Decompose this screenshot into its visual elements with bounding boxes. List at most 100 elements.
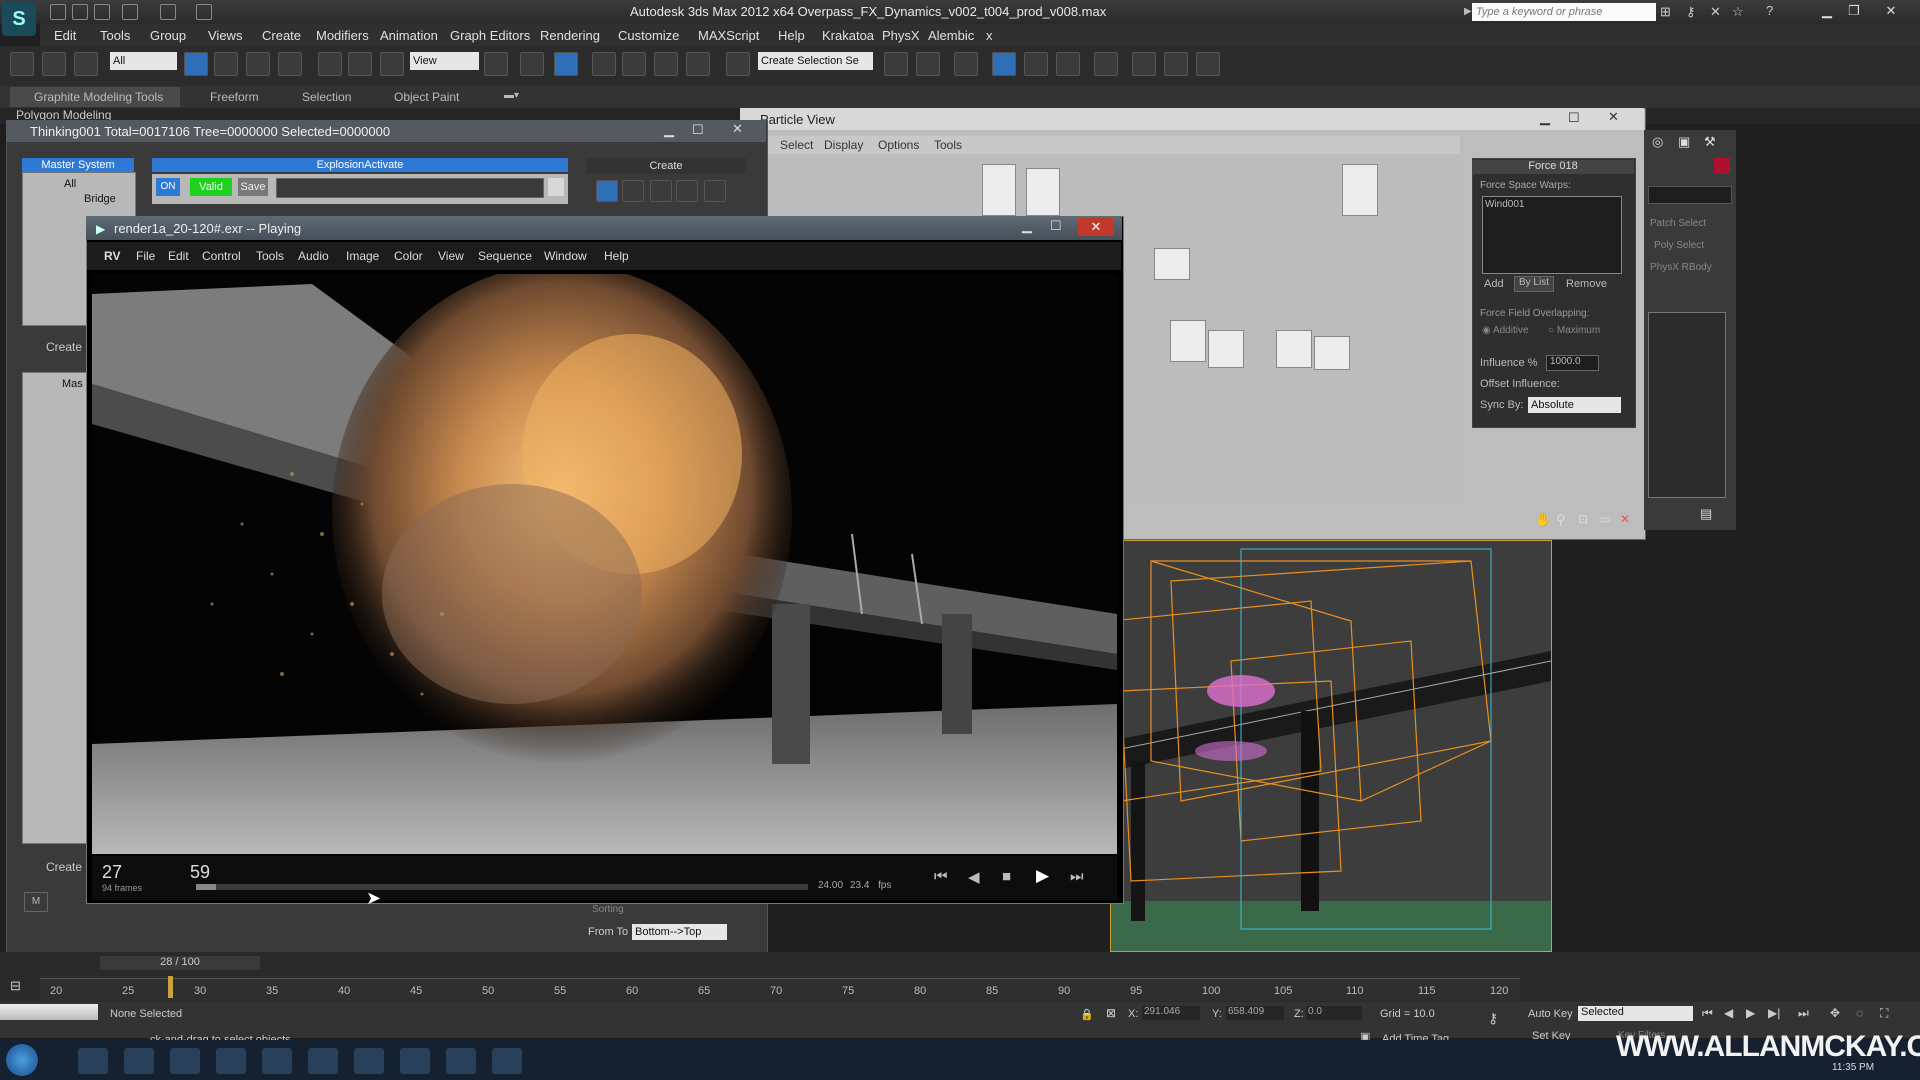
create-button-2[interactable]: Create [46,860,82,874]
bind-space-warp-icon[interactable] [74,52,98,76]
configure-sets-icon[interactable]: ▤ [1700,506,1712,522]
rv-menu-view[interactable]: View [438,249,464,263]
render-setup-icon[interactable] [1132,52,1156,76]
maxscript-listener[interactable] [0,1004,98,1020]
flow-node[interactable] [1170,320,1206,362]
utilities-panel-icon[interactable]: ⚒ [1704,134,1716,150]
mirror-icon[interactable] [884,52,908,76]
save-file-icon[interactable] [94,4,110,20]
rv-scrub-bar[interactable] [196,884,808,890]
operator-helper-icon[interactable] [596,180,618,202]
menu-create[interactable]: Create [262,28,301,43]
modifier-list-dropdown[interactable] [1648,186,1732,204]
explosion-activate-header[interactable]: ExplosionActivate [152,158,568,172]
save-button[interactable]: Save [238,178,268,196]
taskbar-notes-icon[interactable] [446,1048,476,1074]
operator-tree[interactable] [22,372,88,844]
menu-close-x[interactable]: x [986,28,993,43]
pivot-center-icon[interactable] [484,52,508,76]
rv-menu-color[interactable]: Color [394,249,423,263]
zoom-region-icon[interactable]: ⊡ [1578,512,1588,526]
taskbar-chrome-icon[interactable] [124,1048,154,1074]
rendered-frame-window-icon[interactable] [1164,52,1188,76]
spinner-snap-icon[interactable] [686,52,710,76]
valid-button[interactable]: Valid [190,178,232,196]
rectangular-selection-icon[interactable] [246,52,270,76]
favorites-star-icon[interactable]: ☆ [1732,4,1744,20]
render-production-icon[interactable] [1196,52,1220,76]
add-force-button[interactable]: Add [1484,278,1504,290]
graphite-toggle-icon[interactable] [992,52,1016,76]
modify-panel-icon[interactable]: ◎ [1652,134,1663,150]
menu-tools[interactable]: Tools [100,28,130,43]
ribbon-options-icon[interactable]: ▬▾ [504,90,519,101]
maximize-icon[interactable]: ❐ [1843,2,1865,20]
operator-cube-icon[interactable] [704,180,726,202]
rv-maximize-icon[interactable]: ☐ [1050,218,1062,234]
rotate-icon[interactable] [348,52,372,76]
pview-maximize-icon[interactable]: ☐ [1568,110,1580,126]
rv-menu-file[interactable]: File [136,249,155,263]
next-frame-icon[interactable]: ▶| [1768,1006,1780,1020]
perspective-viewport[interactable] [1110,540,1552,952]
menu-group[interactable]: Group [150,28,186,43]
undo-icon[interactable] [122,4,138,20]
rv-play-icon[interactable]: ▶ [1036,866,1049,886]
x-coordinate-field[interactable]: 291.046 [1142,1006,1200,1020]
orbit-icon[interactable]: ◌ [1856,1006,1863,1020]
unlink-icon[interactable] [42,52,66,76]
key-mode-dropdown[interactable]: Selected [1578,1006,1693,1021]
auto-key-button[interactable]: Auto Key [1528,1008,1573,1020]
rv-menu-help[interactable]: Help [604,249,629,263]
z-coordinate-field[interactable]: 0.0 [1306,1006,1362,1020]
rv-menu-edit[interactable]: Edit [168,249,189,263]
additive-radio[interactable]: ◉ Additive [1482,325,1529,336]
taskbar-app-icon[interactable] [170,1048,200,1074]
object-color-swatch[interactable] [1714,158,1730,174]
close-icon[interactable]: ✕ [1880,2,1902,20]
create-button-1[interactable]: Create [46,340,82,354]
flow-node[interactable] [1154,248,1190,280]
tree-item-bridge[interactable]: Bridge [84,193,116,205]
influence-spinner[interactable]: 1000.0 [1546,355,1599,371]
menu-graph-editors[interactable]: Graph Editors [450,28,530,43]
flow-node[interactable] [1276,330,1312,368]
force-panel-title[interactable]: Force 018 [1472,160,1634,174]
current-frame-marker[interactable] [168,976,173,998]
flow-node[interactable] [982,164,1016,216]
select-and-link-icon[interactable] [10,52,34,76]
force-list-item[interactable]: Wind001 [1485,199,1524,210]
taskbar-3dsmax-icon[interactable] [354,1048,384,1074]
app-logo-icon[interactable]: S [2,2,36,36]
by-list-button[interactable]: By List [1514,276,1554,292]
rv-scrub-handle[interactable] [196,884,216,890]
taskbar-media-icon[interactable] [308,1048,338,1074]
pview-menu-tools[interactable]: Tools [934,138,962,152]
zoom-icon[interactable]: ⚲ [1556,512,1566,528]
previous-frame-icon[interactable]: ◀ [1724,1006,1733,1020]
max-toggle-icon[interactable]: ⛶ [1880,1006,1888,1021]
rv-go-start-icon[interactable]: ⏮ [934,868,948,885]
search-arrow-icon[interactable]: ▶ [1464,6,1472,17]
taskbar-explorer-icon[interactable] [78,1048,108,1074]
rv-menu-rv[interactable]: RV [104,249,120,263]
menu-edit[interactable]: Edit [54,28,76,43]
operator-search-icon[interactable] [676,180,698,202]
flow-node[interactable] [1314,336,1350,370]
master-system-header[interactable]: Master System [22,158,134,172]
m-button[interactable]: M [24,892,48,912]
menu-alembic[interactable]: Alembic [928,28,974,43]
taskbar-steam-icon[interactable] [262,1048,292,1074]
rv-menu-image[interactable]: Image [346,249,379,263]
poly-select-button[interactable]: Poly Select [1654,240,1704,251]
percent-snap-icon[interactable] [654,52,678,76]
from-to-dropdown[interactable]: Bottom-->Top [632,924,727,940]
operator-gear-icon[interactable] [650,180,672,202]
menu-modifiers[interactable]: Modifiers [316,28,369,43]
pview-menu-options[interactable]: Options [878,138,919,152]
open-file-icon[interactable] [72,4,88,20]
rendered-frame-image[interactable] [92,274,1117,854]
pview-menu-select[interactable]: Select [780,138,813,152]
help-icon[interactable]: ? [1766,3,1773,18]
named-selection-dropdown[interactable]: Create Selection Se [758,52,873,70]
